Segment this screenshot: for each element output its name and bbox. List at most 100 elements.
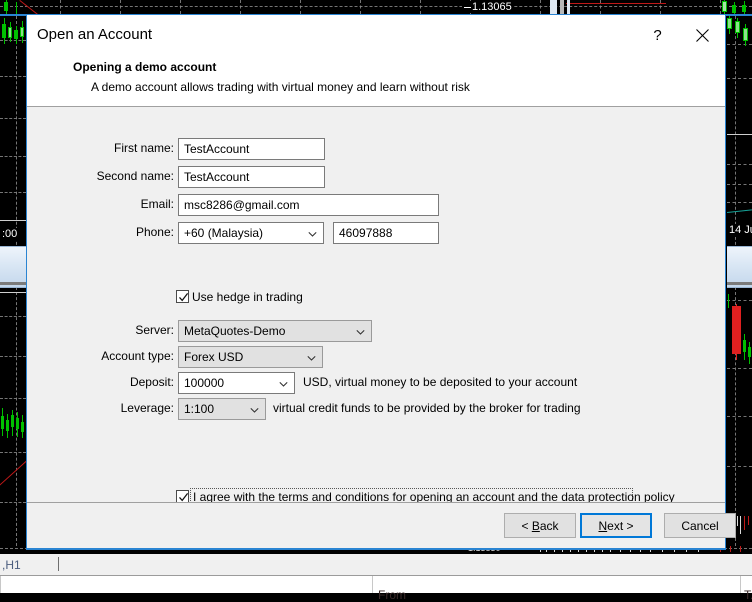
column-divider [372, 576, 373, 593]
chart-gridline [727, 184, 752, 185]
leverage-select[interactable]: 1:100 [178, 398, 266, 420]
phone-country-code-select[interactable]: +60 (Malaysia) [178, 222, 324, 244]
server-select[interactable]: MetaQuotes-Demo [178, 320, 372, 342]
phone-country-code-value: +60 (Malaysia) [184, 226, 263, 240]
chart-gridline [0, 356, 26, 357]
chart-scroll-marker [560, 0, 564, 14]
chevron-down-icon [279, 380, 288, 389]
use-hedge-checkbox[interactable] [176, 290, 189, 303]
terminal-grid-panel: From T... [0, 575, 752, 593]
field-row-server: Server: MetaQuotes-Demo [27, 320, 687, 342]
time-label: 14 Ju [727, 224, 752, 237]
leverage-hint: virtual credit funds to be provided by t… [273, 401, 581, 415]
chart-gridline [0, 118, 26, 119]
next-button-label: Next > [598, 519, 633, 533]
candlestick [727, 294, 730, 308]
leverage-value: 1:100 [184, 402, 214, 416]
column-divider [0, 576, 1, 593]
chart-tab-bar[interactable]: ,H1 [0, 553, 752, 577]
time-label: :00 [0, 228, 19, 241]
back-button-label: < Back [521, 519, 558, 533]
candlestick [727, 16, 732, 34]
field-row-first-name: First name: TestAccount [27, 138, 687, 160]
leverage-label: Leverage: [34, 401, 174, 415]
indicator-line-red [566, 3, 666, 4]
chart-gridline [0, 502, 26, 503]
deposit-value: 100000 [184, 376, 224, 390]
chart-gridline [0, 6, 752, 7]
chart-gridline [720, 0, 721, 14]
chevron-down-icon [356, 328, 365, 337]
help-glyph: ? [653, 27, 661, 44]
field-row-phone: Phone: +60 (Malaysia) 46097888 [27, 222, 687, 244]
candlestick [20, 21, 24, 43]
open-an-account-dialog: Open an Account ? Opening a demo account… [26, 14, 726, 549]
chart-scroll-marker [550, 0, 557, 14]
chart-gridline [727, 368, 752, 369]
chart-gridline [0, 452, 26, 453]
deposit-hint: USD, virtual money to be deposited to yo… [303, 375, 577, 389]
grid-column-header[interactable]: T... [744, 588, 752, 602]
field-row-hedge: Use hedge in trading [27, 287, 687, 309]
dialog-footer: < Back Next > Cancel [27, 503, 725, 548]
chart-scroll-marker [567, 0, 570, 14]
chart-gridline [727, 78, 752, 79]
chart-right-column: 14 Ju [727, 16, 752, 546]
candlestick [2, 18, 6, 44]
deposit-select[interactable]: 100000 [178, 372, 295, 394]
phone-number-input[interactable]: 46097888 [333, 222, 439, 244]
chart-gridline [727, 164, 752, 165]
candlestick [722, 0, 727, 14]
scrollbar-divider [727, 282, 752, 285]
server-value: MetaQuotes-Demo [184, 324, 285, 338]
chart-tab-label[interactable]: ,H1 [2, 558, 21, 572]
second-name-label: Second name: [34, 169, 174, 183]
grid-column-header[interactable]: From [378, 588, 406, 602]
chevron-down-icon [308, 230, 317, 239]
back-button[interactable]: < Back [504, 513, 576, 538]
candlestick-bearish [732, 304, 741, 360]
account-type-value: Forex USD [184, 350, 243, 364]
chart-gridline [0, 156, 26, 157]
chart-gridline [0, 192, 26, 193]
first-name-input[interactable]: TestAccount [178, 138, 325, 160]
candlestick [735, 18, 740, 38]
chart-gridline [727, 466, 752, 467]
trend-line [19, 0, 40, 14]
trend-line [0, 457, 26, 487]
chart-gridline [0, 316, 26, 317]
field-row-deposit: Deposit: 100000 USD, virtual money to be… [27, 372, 687, 394]
candlestick [16, 412, 19, 437]
chart-gridline-solid [0, 220, 26, 221]
price-label: 1.13065 [462, 1, 514, 13]
account-type-select[interactable]: Forex USD [178, 346, 323, 368]
deposit-label: Deposit: [34, 375, 174, 389]
help-icon[interactable]: ? [635, 15, 680, 56]
close-icon[interactable] [680, 15, 725, 56]
email-input[interactable]: msc8286@gmail.com [178, 194, 439, 216]
candlestick [732, 2, 736, 14]
dialog-header: Opening a demo account A demo account al… [27, 56, 725, 106]
candlestick [742, 1, 746, 14]
chart-gridline [60, 0, 61, 14]
cancel-button[interactable]: Cancel [664, 513, 736, 538]
second-name-input[interactable]: TestAccount [178, 166, 325, 188]
chart-gridline [727, 202, 752, 203]
candlestick [14, 26, 18, 44]
field-row-account-type: Account type: Forex USD [27, 346, 687, 368]
field-row-leverage: Leverage: 1:100 virtual credit funds to … [27, 398, 687, 420]
chart-gridline [0, 76, 26, 77]
dialog-title: Open an Account [37, 26, 152, 43]
candlestick [15, 2, 18, 14]
chart-gridline [240, 0, 241, 14]
candlestick [21, 415, 24, 438]
candlestick [743, 334, 746, 360]
candlestick [11, 410, 14, 436]
dialog-title-bar: Open an Account ? [27, 15, 725, 56]
use-hedge-label[interactable]: Use hedge in trading [192, 290, 303, 304]
candlestick [748, 342, 751, 364]
column-divider [740, 576, 741, 593]
chart-gridline [727, 44, 752, 45]
chart-gridline-solid [0, 292, 26, 293]
next-button[interactable]: Next > [580, 513, 652, 538]
